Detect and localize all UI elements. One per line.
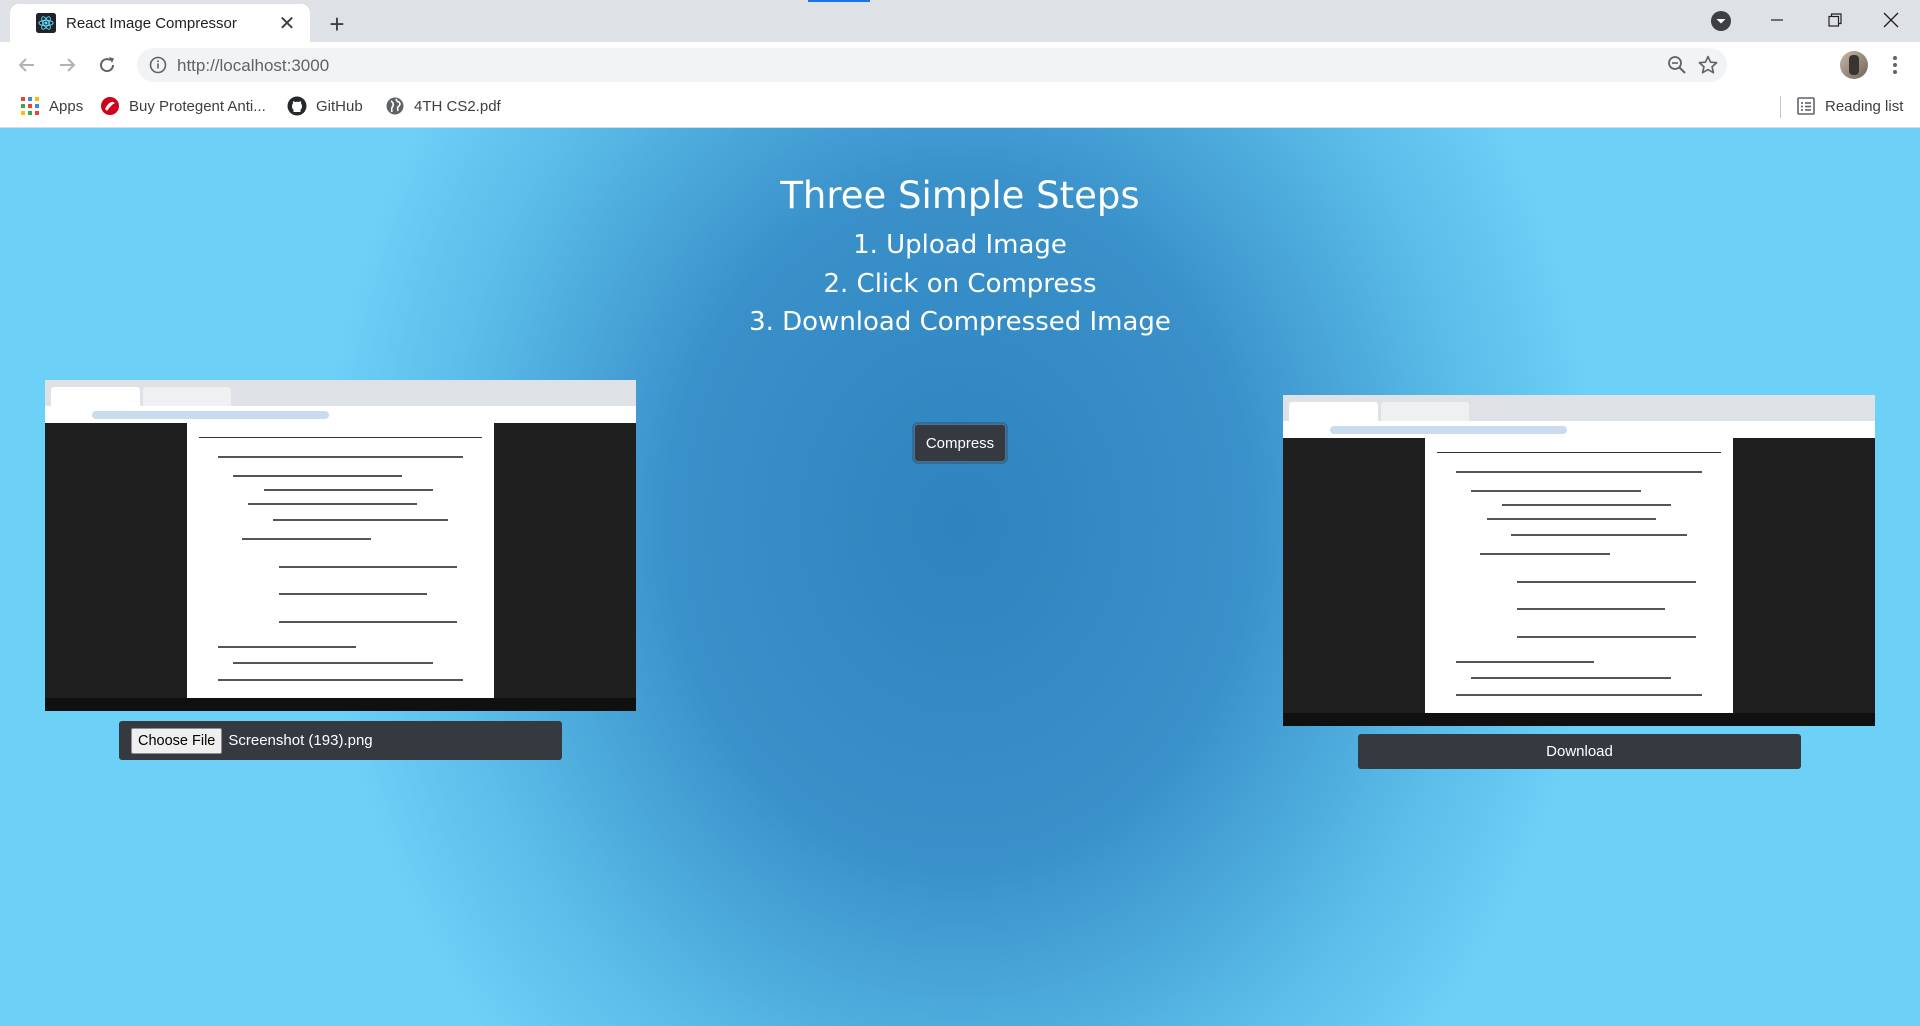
app-page: Three Simple Steps 1. Upload Image 2. Cl… bbox=[0, 128, 1920, 1026]
browser-tab[interactable]: React Image Compressor ✕ bbox=[10, 4, 310, 42]
file-upload-input[interactable]: Choose File Screenshot (193).png bbox=[119, 721, 562, 760]
reading-list-label: Reading list bbox=[1825, 97, 1904, 115]
forward-arrow-icon[interactable] bbox=[51, 49, 83, 81]
bookmark-protegent[interactable]: Buy Protegent Anti... bbox=[100, 88, 266, 124]
reload-icon[interactable] bbox=[91, 49, 123, 81]
bookmark-github[interactable]: GitHub bbox=[287, 88, 363, 124]
bookmark-label: Buy Protegent Anti... bbox=[129, 97, 266, 115]
original-image-preview bbox=[45, 380, 636, 711]
compress-button[interactable]: Compress bbox=[914, 424, 1006, 462]
site-info-icon[interactable] bbox=[149, 56, 167, 74]
close-tab-icon[interactable]: ✕ bbox=[276, 12, 298, 35]
protegent-icon bbox=[101, 97, 119, 115]
selected-file-name: Screenshot (193).png bbox=[228, 732, 373, 749]
browser-tab-strip: React Image Compressor ✕ + bbox=[0, 0, 1920, 42]
bookmark-star-icon[interactable] bbox=[1697, 54, 1719, 76]
react-logo-icon bbox=[36, 13, 56, 33]
address-bar[interactable]: http://localhost:3000 bbox=[137, 48, 1727, 82]
step-download: 3. Download Compressed Image bbox=[749, 307, 1171, 337]
download-button[interactable]: Download bbox=[1358, 734, 1801, 769]
apps-grid-icon bbox=[21, 97, 39, 115]
reading-list-icon bbox=[1797, 97, 1815, 115]
github-icon bbox=[287, 96, 307, 116]
step-compress: 2. Click on Compress bbox=[823, 268, 1097, 299]
bookmark-apps[interactable]: Apps bbox=[20, 88, 83, 124]
bookmark-label: GitHub bbox=[316, 97, 363, 115]
loading-indicator bbox=[808, 0, 870, 2]
close-window-icon[interactable] bbox=[1862, 0, 1920, 40]
step-upload: 1. Upload Image bbox=[853, 230, 1067, 260]
bookmark-4th-cs2-pdf[interactable]: 4TH CS2.pdf bbox=[385, 88, 501, 124]
globe-icon bbox=[386, 97, 404, 115]
new-tab-icon[interactable]: + bbox=[322, 9, 352, 39]
browser-toolbar: http://localhost:3000 bbox=[0, 42, 1920, 88]
choose-file-button[interactable]: Choose File bbox=[131, 727, 223, 754]
profile-avatar[interactable] bbox=[1840, 51, 1868, 79]
restore-window-icon[interactable] bbox=[1806, 0, 1864, 40]
steps-section: Three Simple Steps 1. Upload Image 2. Cl… bbox=[0, 174, 1920, 342]
tab-search-icon[interactable] bbox=[1709, 9, 1733, 33]
url-text: http://localhost:3000 bbox=[177, 56, 330, 75]
compressed-image-preview bbox=[1283, 395, 1875, 726]
bookmarks-bar: Apps Buy Protegent Anti... GitHub 4TH CS… bbox=[0, 88, 1920, 128]
back-arrow-icon[interactable] bbox=[11, 49, 43, 81]
bookmark-label: 4TH CS2.pdf bbox=[414, 97, 501, 115]
reading-list-button[interactable]: Reading list bbox=[1796, 88, 1903, 124]
tab-title: React Image Compressor bbox=[66, 14, 237, 32]
zoom-out-icon[interactable] bbox=[1667, 55, 1687, 75]
bookmark-label: Apps bbox=[49, 97, 84, 115]
minimize-window-icon[interactable] bbox=[1748, 0, 1806, 40]
page-title: Three Simple Steps bbox=[780, 174, 1140, 217]
bookmarks-divider bbox=[1780, 96, 1781, 118]
more-menu-icon[interactable] bbox=[1880, 50, 1910, 80]
